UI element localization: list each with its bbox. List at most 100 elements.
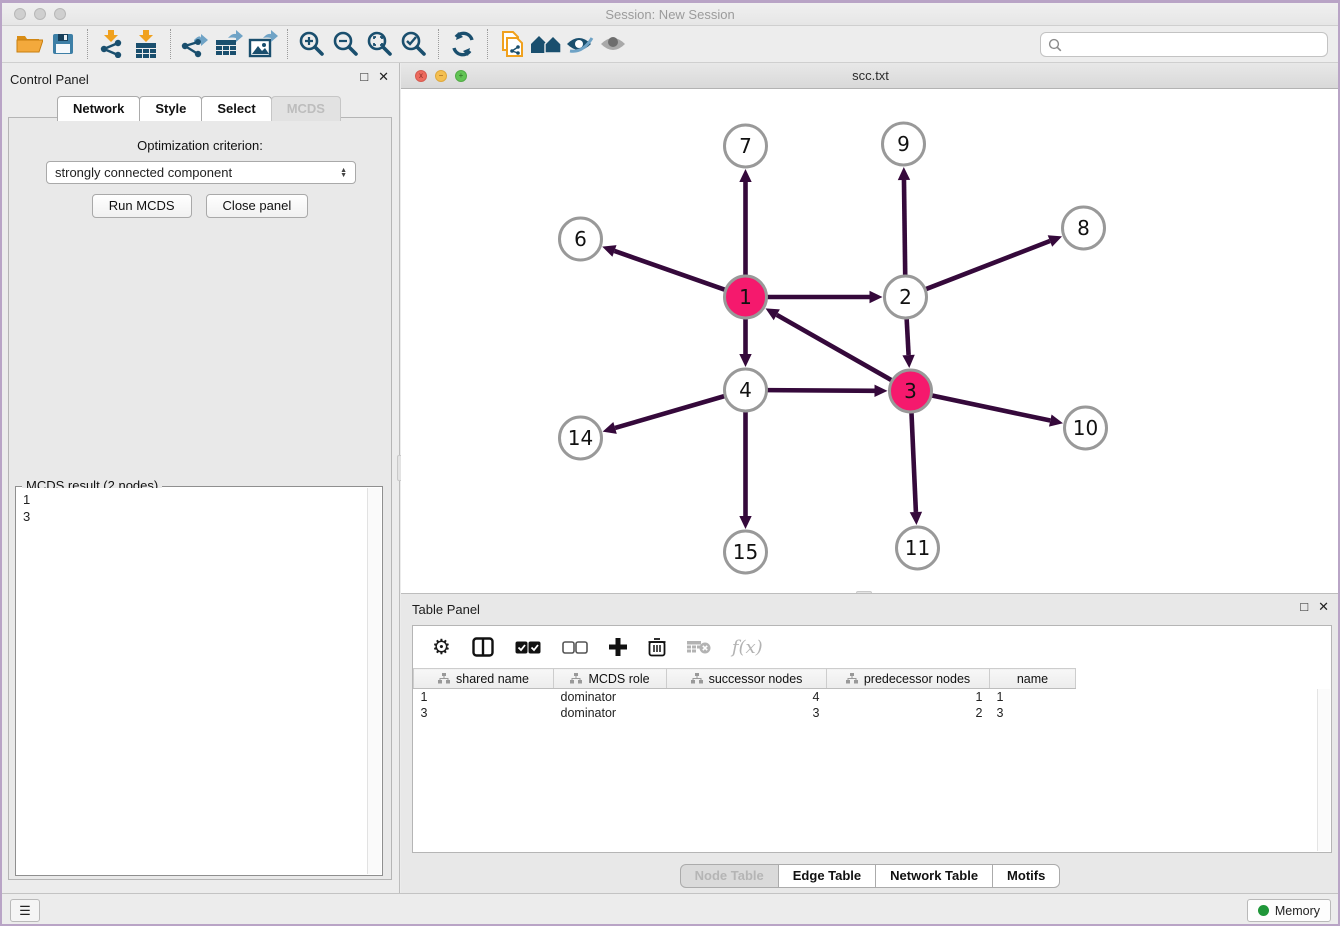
edge-4-14[interactable] (615, 396, 724, 428)
export-table-icon[interactable] (212, 29, 246, 59)
select-stepper-icon: ▲ ▼ (340, 168, 347, 178)
edge-2-9[interactable] (904, 180, 905, 275)
select-all-columns-icon[interactable] (515, 641, 541, 654)
edge-2-3[interactable] (907, 319, 909, 355)
node-label-15: 15 (733, 540, 758, 564)
table-panel-close-icon[interactable]: ✕ (1318, 600, 1329, 613)
edge-arrowhead (902, 355, 914, 368)
node-label-6: 6 (574, 227, 587, 251)
export-network-icon[interactable] (178, 29, 212, 59)
edge-3-10[interactable] (932, 396, 1050, 421)
tab-motifs[interactable]: Motifs (992, 864, 1060, 888)
table-cell[interactable]: 1 (990, 689, 1076, 705)
tab-network[interactable]: Network (57, 96, 140, 121)
clone-network-icon[interactable] (495, 29, 529, 59)
column-header-successor-nodes[interactable]: successor nodes (667, 669, 827, 689)
hide-selected-icon[interactable] (563, 29, 597, 59)
column-header-mcds-role[interactable]: MCDS role (554, 669, 667, 689)
function-builder-icon[interactable]: f(x) (732, 637, 763, 658)
table-scrollbar[interactable] (1317, 689, 1330, 851)
edge-arrowhead (874, 385, 887, 397)
column-header-predecessor-nodes[interactable]: predecessor nodes (827, 669, 990, 689)
table-cell[interactable]: 4 (667, 689, 827, 705)
close-panel-button[interactable]: Close panel (206, 194, 309, 218)
node-label-8: 8 (1077, 216, 1090, 240)
column-type-icon (691, 673, 703, 684)
import-network-icon[interactable] (95, 29, 129, 59)
delete-table-icon[interactable] (687, 640, 711, 654)
tab-mcds[interactable]: MCDS (271, 96, 341, 121)
edge-4-3[interactable] (767, 390, 874, 391)
control-panel-title: Control Panel (10, 72, 89, 87)
edge-arrowhead (870, 291, 883, 303)
table-cell[interactable]: 2 (827, 705, 990, 721)
delete-column-trash-icon[interactable] (648, 637, 666, 657)
result-item[interactable]: 3 (23, 508, 367, 525)
edge-3-1[interactable] (777, 315, 892, 380)
save-session-icon[interactable] (46, 29, 80, 59)
open-file-icon[interactable] (12, 29, 46, 59)
memory-button[interactable]: Memory (1247, 899, 1331, 922)
tab-node-table[interactable]: Node Table (680, 864, 779, 888)
table-cell[interactable]: 3 (990, 705, 1076, 721)
table-cell[interactable]: dominator (554, 689, 667, 705)
search-icon (1048, 38, 1062, 52)
criterion-value: strongly connected component (55, 165, 340, 180)
edge-3-11[interactable] (911, 413, 915, 512)
zoom-in-icon[interactable] (295, 29, 329, 59)
network-window-titlebar[interactable]: x − + scc.txt (401, 63, 1340, 89)
export-image-icon[interactable] (246, 29, 280, 59)
node-label-11: 11 (905, 536, 930, 560)
network-canvas[interactable]: 7968124314101511 (401, 89, 1340, 593)
table-cell[interactable]: dominator (554, 705, 667, 721)
column-type-icon (438, 673, 450, 684)
run-mcds-button[interactable]: Run MCDS (92, 194, 192, 218)
edge-1-6[interactable] (614, 251, 724, 290)
node-label-7: 7 (739, 134, 752, 158)
node-label-4: 4 (739, 378, 752, 402)
edge-arrowhead (603, 422, 617, 434)
memory-status-dot (1258, 905, 1269, 916)
show-columns-icon[interactable] (472, 637, 494, 657)
apply-layout-icon[interactable] (446, 29, 480, 59)
tab-select[interactable]: Select (201, 96, 271, 121)
result-item[interactable]: 1 (23, 491, 367, 508)
create-column-plus-icon[interactable] (609, 638, 627, 656)
tab-network-table[interactable]: Network Table (875, 864, 993, 888)
zoom-selected-icon[interactable] (397, 29, 431, 59)
table-row[interactable]: 3dominator323 (414, 705, 1076, 721)
toolbar-separator (87, 29, 88, 59)
control-panel-float-icon[interactable]: □ (360, 70, 368, 83)
deselect-all-columns-icon[interactable] (562, 641, 588, 654)
edge-arrowhead (910, 512, 922, 525)
list-icon: ☰ (19, 903, 31, 919)
show-all-icon[interactable] (597, 29, 631, 59)
control-panel-close-icon[interactable]: ✕ (378, 70, 389, 83)
result-scrollbar[interactable] (367, 488, 381, 874)
memory-label: Memory (1275, 904, 1320, 918)
column-header-shared-name[interactable]: shared name (414, 669, 554, 689)
table-settings-gear-icon[interactable]: ⚙ (432, 635, 451, 660)
table-cell[interactable]: 3 (667, 705, 827, 721)
zoom-out-icon[interactable] (329, 29, 363, 59)
column-header-name[interactable]: name (990, 669, 1076, 689)
first-neighbors-icon[interactable] (529, 29, 563, 59)
search-input[interactable] (1067, 37, 1320, 52)
table-tabs: Node TableEdge TableNetwork TableMotifs (401, 864, 1340, 888)
edge-2-8[interactable] (926, 241, 1050, 289)
table-cell[interactable]: 3 (414, 705, 554, 721)
mcds-result-list[interactable]: 13 (17, 488, 367, 874)
tab-edge-table[interactable]: Edge Table (778, 864, 876, 888)
table-panel-float-icon[interactable]: □ (1300, 600, 1308, 613)
table-cell[interactable]: 1 (414, 689, 554, 705)
tab-style[interactable]: Style (139, 96, 202, 121)
task-history-button[interactable]: ☰ (10, 899, 40, 922)
criterion-select[interactable]: strongly connected component ▲ ▼ (46, 161, 356, 184)
edge-arrowhead (739, 354, 751, 367)
table-cell[interactable]: 1 (827, 689, 990, 705)
toolbar-separator (287, 29, 288, 59)
zoom-fit-icon[interactable] (363, 29, 397, 59)
import-table-icon[interactable] (129, 29, 163, 59)
search-box[interactable] (1040, 32, 1328, 57)
table-row[interactable]: 1dominator411 (414, 689, 1076, 705)
